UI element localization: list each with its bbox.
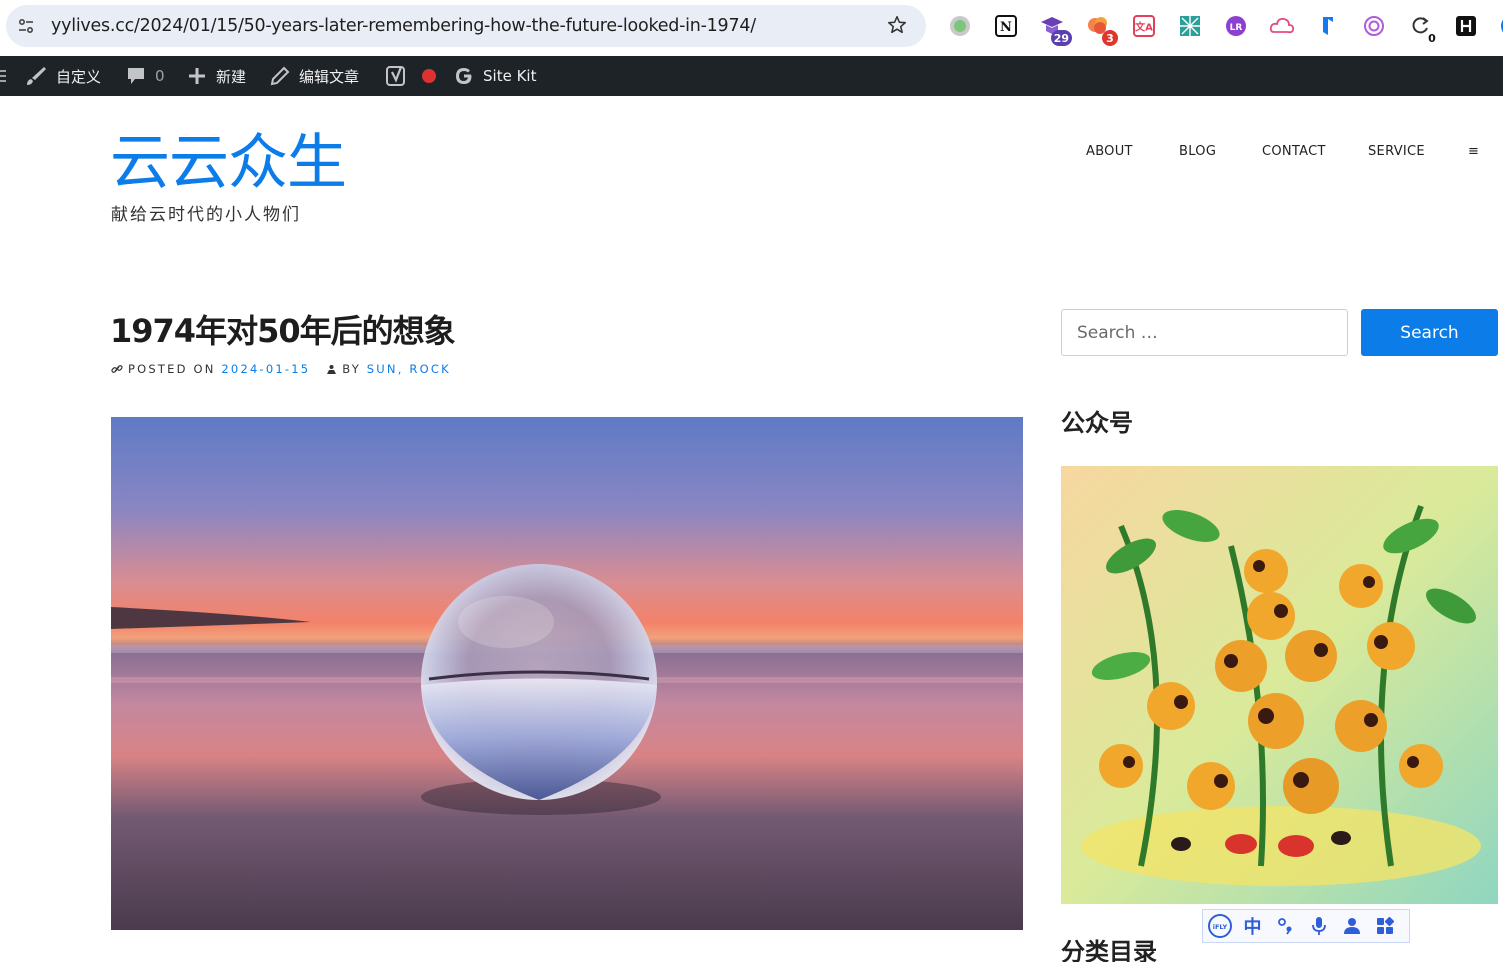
refresh-counter-icon[interactable]: 0: [1406, 12, 1440, 46]
nav-item-blog[interactable]: BLOG: [1179, 144, 1216, 159]
new-content-button[interactable]: 新建: [187, 56, 246, 96]
site-kit-label: Site Kit: [483, 67, 537, 85]
pattern-icon[interactable]: [1176, 12, 1204, 40]
yoast-icon: [386, 66, 405, 86]
translate-icon[interactable]: 文A: [1130, 12, 1158, 40]
url-text[interactable]: yylives.cc/2024/01/15/50-years-later-rem…: [51, 16, 756, 36]
comments-button[interactable]: 0: [126, 56, 165, 96]
categories-widget-title: 分类目录: [1061, 938, 1157, 962]
circle-extension-icon[interactable]: [946, 12, 974, 40]
cloud-outline-icon[interactable]: [1268, 12, 1296, 40]
post-title: 1974年对50年后的想象: [110, 312, 456, 350]
plus-icon: [189, 68, 205, 84]
new-label: 新建: [216, 67, 247, 86]
wp-admin-bar: 自定义 0 新建 编辑文章 Site Kit: [0, 56, 1503, 96]
badge: 0: [1424, 30, 1440, 46]
browser-toolbar: yylives.cc/2024/01/15/50-years-later-rem…: [0, 0, 1503, 56]
customize-label: 自定义: [56, 67, 102, 86]
search-input[interactable]: [1061, 309, 1348, 356]
google-g-icon: [456, 68, 472, 84]
post-meta: POSTED ON 2024-01-15 BY SUN, ROCK: [111, 361, 451, 377]
brush-icon: [27, 67, 46, 85]
cloud-extension-icon[interactable]: 3: [1084, 12, 1118, 46]
featured-image: [111, 417, 1023, 930]
pencil-icon: [270, 66, 290, 86]
nav-menu-toggle[interactable]: ≡: [1468, 144, 1479, 159]
site-description: 献给云时代的小人物们: [111, 205, 301, 225]
nav-item-service[interactable]: SERVICE: [1368, 144, 1425, 159]
svg-text:iFLY: iFLY: [1212, 923, 1227, 931]
search-button[interactable]: Search: [1361, 309, 1498, 356]
edit-post-button[interactable]: 编辑文章: [270, 56, 359, 96]
logo-lr-icon[interactable]: LR: [1222, 12, 1250, 40]
main-navigation: ABOUT BLOG CONTACT SERVICE ≡: [1060, 144, 1480, 164]
status-dot-icon: [422, 69, 436, 83]
edit-post-label: 编辑文章: [299, 67, 360, 86]
site-title[interactable]: 云云众生: [110, 128, 347, 198]
user-icon[interactable]: [1335, 910, 1368, 942]
ifly-logo-icon[interactable]: iFLY: [1203, 910, 1236, 942]
graduation-cap-icon[interactable]: 29: [1038, 12, 1072, 46]
comment-icon: [128, 68, 144, 84]
site-kit-button[interactable]: Site Kit: [454, 56, 536, 96]
openai-icon[interactable]: [1360, 12, 1388, 40]
author-link[interactable]: SUN, ROCK: [367, 362, 451, 376]
customize-button[interactable]: 自定义: [25, 56, 101, 96]
badge: 3: [1102, 30, 1118, 46]
author-icon: [327, 364, 337, 374]
svg-text:LR: LR: [1230, 23, 1243, 33]
wechat-widget-title: 公众号: [1061, 409, 1133, 437]
comments-count: 0: [155, 67, 165, 85]
by-label: BY: [342, 362, 361, 376]
link-icon: [111, 365, 123, 373]
site-info-icon[interactable]: [16, 16, 36, 36]
address-bar[interactable]: yylives.cc/2024/01/15/50-years-later-rem…: [6, 5, 926, 47]
ime-language-toggle[interactable]: 中: [1236, 910, 1269, 942]
post-date-link[interactable]: 2024-01-15: [221, 362, 310, 376]
badge: 29: [1050, 30, 1072, 46]
h-box-icon[interactable]: [1452, 12, 1480, 40]
svg-text:文A: 文A: [1135, 21, 1153, 34]
partial-circle-icon[interactable]: [1492, 12, 1503, 40]
microphone-icon[interactable]: [1302, 910, 1335, 942]
svg-text:N: N: [1000, 20, 1012, 35]
notion-icon[interactable]: N: [992, 12, 1020, 40]
nav-item-contact[interactable]: CONTACT: [1262, 144, 1326, 159]
apps-grid-icon[interactable]: [1368, 910, 1401, 942]
ime-toolbar: iFLY 中: [1202, 909, 1410, 943]
nav-item-about[interactable]: ABOUT: [1086, 144, 1133, 159]
yoast-button[interactable]: [386, 56, 446, 96]
bookmark-arrow-icon[interactable]: [1314, 12, 1342, 40]
wechat-account-image: [1061, 466, 1498, 904]
menu-toggle-icon[interactable]: [0, 56, 15, 96]
punctuation-icon[interactable]: [1269, 910, 1302, 942]
bookmark-star-icon[interactable]: [886, 14, 908, 36]
posted-on-label: POSTED ON: [128, 362, 216, 376]
